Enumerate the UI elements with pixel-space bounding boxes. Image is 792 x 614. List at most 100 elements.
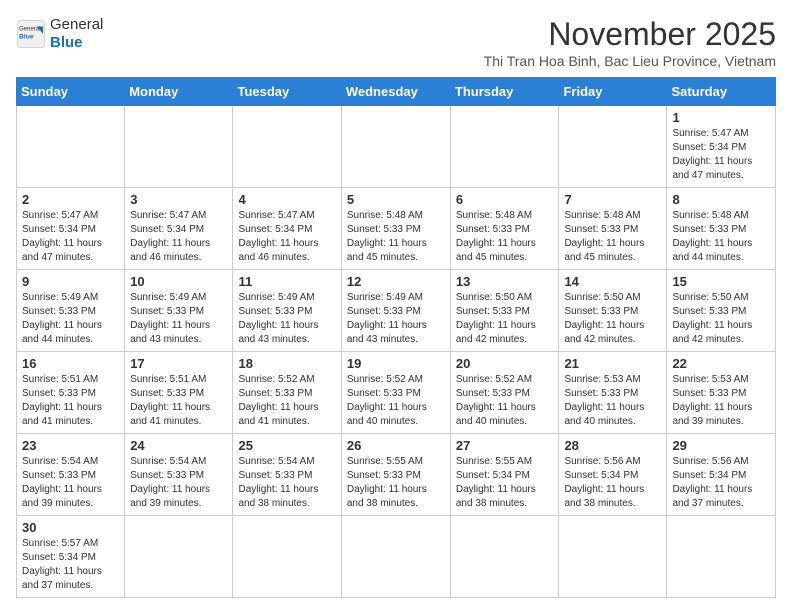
week-row-5: 30Sunrise: 5:57 AM Sunset: 5:34 PM Dayli… — [17, 516, 776, 598]
day-number: 25 — [238, 438, 335, 453]
day-number: 21 — [564, 356, 661, 371]
day-cell — [450, 106, 559, 188]
day-cell: 20 Sunrise: 5:52 AM Sunset: 5:33 PM Dayli… — [450, 352, 559, 434]
day-number: 29 — [672, 438, 770, 453]
day-number: 22 — [672, 356, 770, 371]
day-cell: 10 Sunrise: 5:49 AM Sunset: 5:33 PM Dayli… — [125, 270, 233, 352]
weekday-header-thursday: Thursday — [450, 78, 559, 106]
day-info: Sunrise: 5:53 AM Sunset: 5:33 PM Dayligh… — [672, 373, 770, 429]
day-info: Sunrise: 5:49 AM Sunset: 5:33 PM Dayligh… — [22, 291, 119, 347]
weekday-header-sunday: Sunday — [17, 78, 125, 106]
day-info: Sunrise: 5:56 AM Sunset: 5:34 PM Dayligh… — [672, 455, 770, 511]
week-row-4: 23 Sunrise: 5:54 AM Sunset: 5:33 PM Dayli… — [17, 434, 776, 516]
day-cell: 27 Sunrise: 5:55 AM Sunset: 5:34 PM Dayli… — [450, 434, 559, 516]
day-info: Sunrise: 5:51 AM Sunset: 5:33 PM Dayligh… — [22, 373, 119, 429]
day-cell: 1 Sunrise: 5:47 AM Sunset: 5:34 PM Daylig… — [667, 106, 776, 188]
day-cell: 8Sunrise: 5:48 AM Sunset: 5:33 PM Daylig… — [667, 188, 776, 270]
day-number: 8 — [672, 192, 770, 207]
day-cell: 3Sunrise: 5:47 AM Sunset: 5:34 PM Daylig… — [125, 188, 233, 270]
day-info: Sunrise: 5:50 AM Sunset: 5:33 PM Dayligh… — [456, 291, 554, 347]
day-cell: 22 Sunrise: 5:53 AM Sunset: 5:33 PM Dayli… — [667, 352, 776, 434]
day-number: 18 — [238, 356, 335, 371]
day-info: Sunrise: 5:49 AM Sunset: 5:33 PM Dayligh… — [238, 291, 335, 347]
day-info: Sunrise: 5:49 AM Sunset: 5:33 PM Dayligh… — [130, 291, 227, 347]
day-cell: 14Sunrise: 5:50 AM Sunset: 5:33 PM Dayli… — [559, 270, 667, 352]
day-cell — [450, 516, 559, 598]
day-cell — [125, 106, 233, 188]
day-number: 19 — [347, 356, 445, 371]
day-cell: 23 Sunrise: 5:54 AM Sunset: 5:33 PM Dayli… — [17, 434, 125, 516]
day-cell: 13Sunrise: 5:50 AM Sunset: 5:33 PM Dayli… — [450, 270, 559, 352]
weekday-header-friday: Friday — [559, 78, 667, 106]
day-cell: 5Sunrise: 5:48 AM Sunset: 5:33 PM Daylig… — [341, 188, 450, 270]
day-cell: 7Sunrise: 5:48 AM Sunset: 5:33 PM Daylig… — [559, 188, 667, 270]
day-info: Sunrise: 5:54 AM Sunset: 5:33 PM Dayligh… — [22, 455, 119, 511]
logo-blue: Blue — [50, 34, 103, 52]
day-info: Sunrise: 5:57 AM Sunset: 5:34 PM Dayligh… — [22, 537, 119, 593]
logo-general: General — [50, 16, 103, 34]
day-cell — [233, 106, 341, 188]
day-number: 12 — [347, 274, 445, 289]
day-number: 6 — [456, 192, 554, 207]
day-cell — [125, 516, 233, 598]
day-cell: 9Sunrise: 5:49 AM Sunset: 5:33 PM Daylig… — [17, 270, 125, 352]
day-cell: 2Sunrise: 5:47 AM Sunset: 5:34 PM Daylig… — [17, 188, 125, 270]
svg-text:Blue: Blue — [19, 34, 34, 41]
day-cell — [559, 516, 667, 598]
day-info: Sunrise: 5:55 AM Sunset: 5:34 PM Dayligh… — [456, 455, 554, 511]
day-info: Sunrise: 5:51 AM Sunset: 5:33 PM Dayligh… — [130, 373, 227, 429]
day-number: 11 — [238, 274, 335, 289]
day-cell: 30Sunrise: 5:57 AM Sunset: 5:34 PM Dayli… — [17, 516, 125, 598]
day-cell — [233, 516, 341, 598]
day-info: Sunrise: 5:54 AM Sunset: 5:33 PM Dayligh… — [130, 455, 227, 511]
day-number: 23 — [22, 438, 119, 453]
weekday-header-wednesday: Wednesday — [341, 78, 450, 106]
weekday-header-monday: Monday — [125, 78, 233, 106]
day-cell — [341, 516, 450, 598]
day-cell: 18Sunrise: 5:52 AM Sunset: 5:33 PM Dayli… — [233, 352, 341, 434]
day-number: 14 — [564, 274, 661, 289]
week-row-0: 1 Sunrise: 5:47 AM Sunset: 5:34 PM Daylig… — [17, 106, 776, 188]
day-number: 2 — [22, 192, 119, 207]
day-info: Sunrise: 5:48 AM Sunset: 5:33 PM Dayligh… — [456, 209, 554, 265]
day-cell: 28Sunrise: 5:56 AM Sunset: 5:34 PM Dayli… — [559, 434, 667, 516]
day-number: 5 — [347, 192, 445, 207]
day-cell: 17 Sunrise: 5:51 AM Sunset: 5:33 PM Dayli… — [125, 352, 233, 434]
day-number: 27 — [456, 438, 554, 453]
day-info: Sunrise: 5:47 AM Sunset: 5:34 PM Dayligh… — [672, 127, 770, 183]
day-cell: 6 Sunrise: 5:48 AM Sunset: 5:33 PM Daylig… — [450, 188, 559, 270]
day-cell: 4 Sunrise: 5:47 AM Sunset: 5:34 PM Daylig… — [233, 188, 341, 270]
day-cell — [559, 106, 667, 188]
day-info: Sunrise: 5:56 AM Sunset: 5:34 PM Dayligh… — [564, 455, 661, 511]
logo-icon: General Blue — [16, 19, 46, 49]
day-cell: 12Sunrise: 5:49 AM Sunset: 5:33 PM Dayli… — [341, 270, 450, 352]
day-number: 17 — [130, 356, 227, 371]
day-cell: 19Sunrise: 5:52 AM Sunset: 5:33 PM Dayli… — [341, 352, 450, 434]
day-number: 10 — [130, 274, 227, 289]
day-info: Sunrise: 5:55 AM Sunset: 5:33 PM Dayligh… — [347, 455, 445, 511]
day-info: Sunrise: 5:47 AM Sunset: 5:34 PM Dayligh… — [238, 209, 335, 265]
week-row-1: 2 Sunrise: 5:47 AM Sunset: 5:34 PM Daylig… — [17, 188, 776, 270]
day-info: Sunrise: 5:50 AM Sunset: 5:33 PM Dayligh… — [672, 291, 770, 347]
svg-text:General: General — [19, 26, 40, 32]
day-cell: 11 Sunrise: 5:49 AM Sunset: 5:33 PM Dayli… — [233, 270, 341, 352]
day-cell: 29 Sunrise: 5:56 AM Sunset: 5:34 PM Dayli… — [667, 434, 776, 516]
day-cell — [17, 106, 125, 188]
day-number: 20 — [456, 356, 554, 371]
location-title: Thi Tran Hoa Binh, Bac Lieu Province, Vi… — [484, 53, 776, 69]
day-number: 26 — [347, 438, 445, 453]
day-info: Sunrise: 5:52 AM Sunset: 5:33 PM Dayligh… — [456, 373, 554, 429]
day-cell: 15Sunrise: 5:50 AM Sunset: 5:33 PM Dayli… — [667, 270, 776, 352]
day-number: 1 — [672, 110, 770, 125]
weekday-header-row: SundayMondayTuesdayWednesdayThursdayFrid… — [17, 78, 776, 106]
day-cell: 26 Sunrise: 5:55 AM Sunset: 5:33 PM Dayli… — [341, 434, 450, 516]
weekday-header-tuesday: Tuesday — [233, 78, 341, 106]
day-number: 7 — [564, 192, 661, 207]
day-info: Sunrise: 5:54 AM Sunset: 5:33 PM Dayligh… — [238, 455, 335, 511]
day-info: Sunrise: 5:53 AM Sunset: 5:33 PM Dayligh… — [564, 373, 661, 429]
day-info: Sunrise: 5:47 AM Sunset: 5:34 PM Dayligh… — [130, 209, 227, 265]
day-number: 16 — [22, 356, 119, 371]
day-cell: 16 Sunrise: 5:51 AM Sunset: 5:33 PM Dayli… — [17, 352, 125, 434]
day-number: 4 — [238, 192, 335, 207]
calendar: SundayMondayTuesdayWednesdayThursdayFrid… — [16, 77, 776, 598]
